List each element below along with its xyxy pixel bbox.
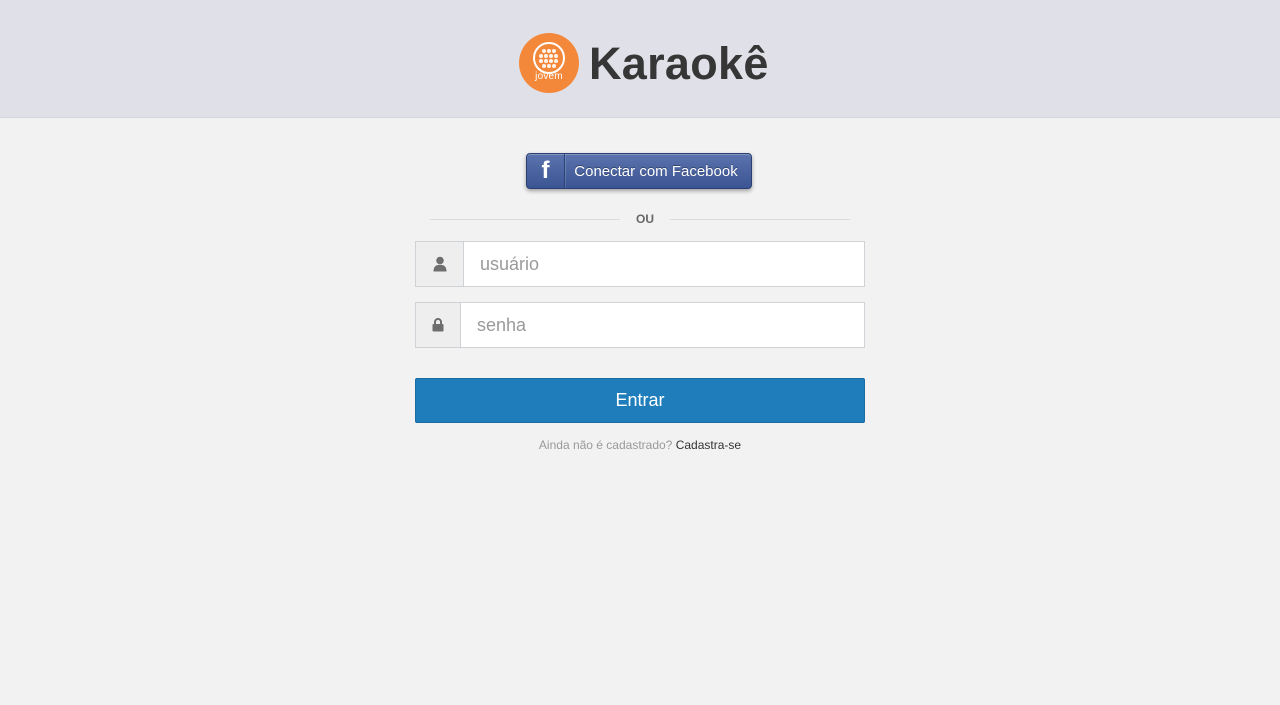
username-input[interactable] bbox=[464, 242, 864, 286]
page-title: Karaokê bbox=[589, 37, 769, 89]
facebook-icon: f bbox=[527, 154, 565, 188]
facebook-login-label: Conectar com Facebook bbox=[574, 162, 738, 180]
username-field bbox=[415, 241, 865, 287]
divider-line-right bbox=[670, 219, 850, 220]
user-icon bbox=[416, 242, 464, 286]
logo-badge: jovem bbox=[519, 33, 579, 93]
header: jovem Karaokê bbox=[0, 0, 1280, 118]
or-divider: OU bbox=[430, 210, 850, 230]
divider-line-left bbox=[430, 219, 620, 220]
logo-icon bbox=[533, 42, 565, 74]
password-input[interactable] bbox=[461, 303, 864, 347]
logo-text: jovem bbox=[535, 71, 563, 82]
signup-row: Ainda não é cadastrado? Cadastra-se bbox=[415, 438, 865, 452]
signup-prompt: Ainda não é cadastrado? bbox=[538, 438, 673, 452]
password-field bbox=[415, 302, 865, 348]
submit-button[interactable]: Entrar bbox=[415, 378, 865, 423]
lock-icon bbox=[416, 303, 461, 347]
signup-link[interactable]: Cadastra-se bbox=[676, 438, 741, 452]
facebook-login-button[interactable]: f Conectar com Facebook bbox=[526, 153, 752, 189]
brand[interactable]: jovem Karaokê bbox=[519, 33, 769, 93]
divider-label: OU bbox=[636, 212, 654, 226]
